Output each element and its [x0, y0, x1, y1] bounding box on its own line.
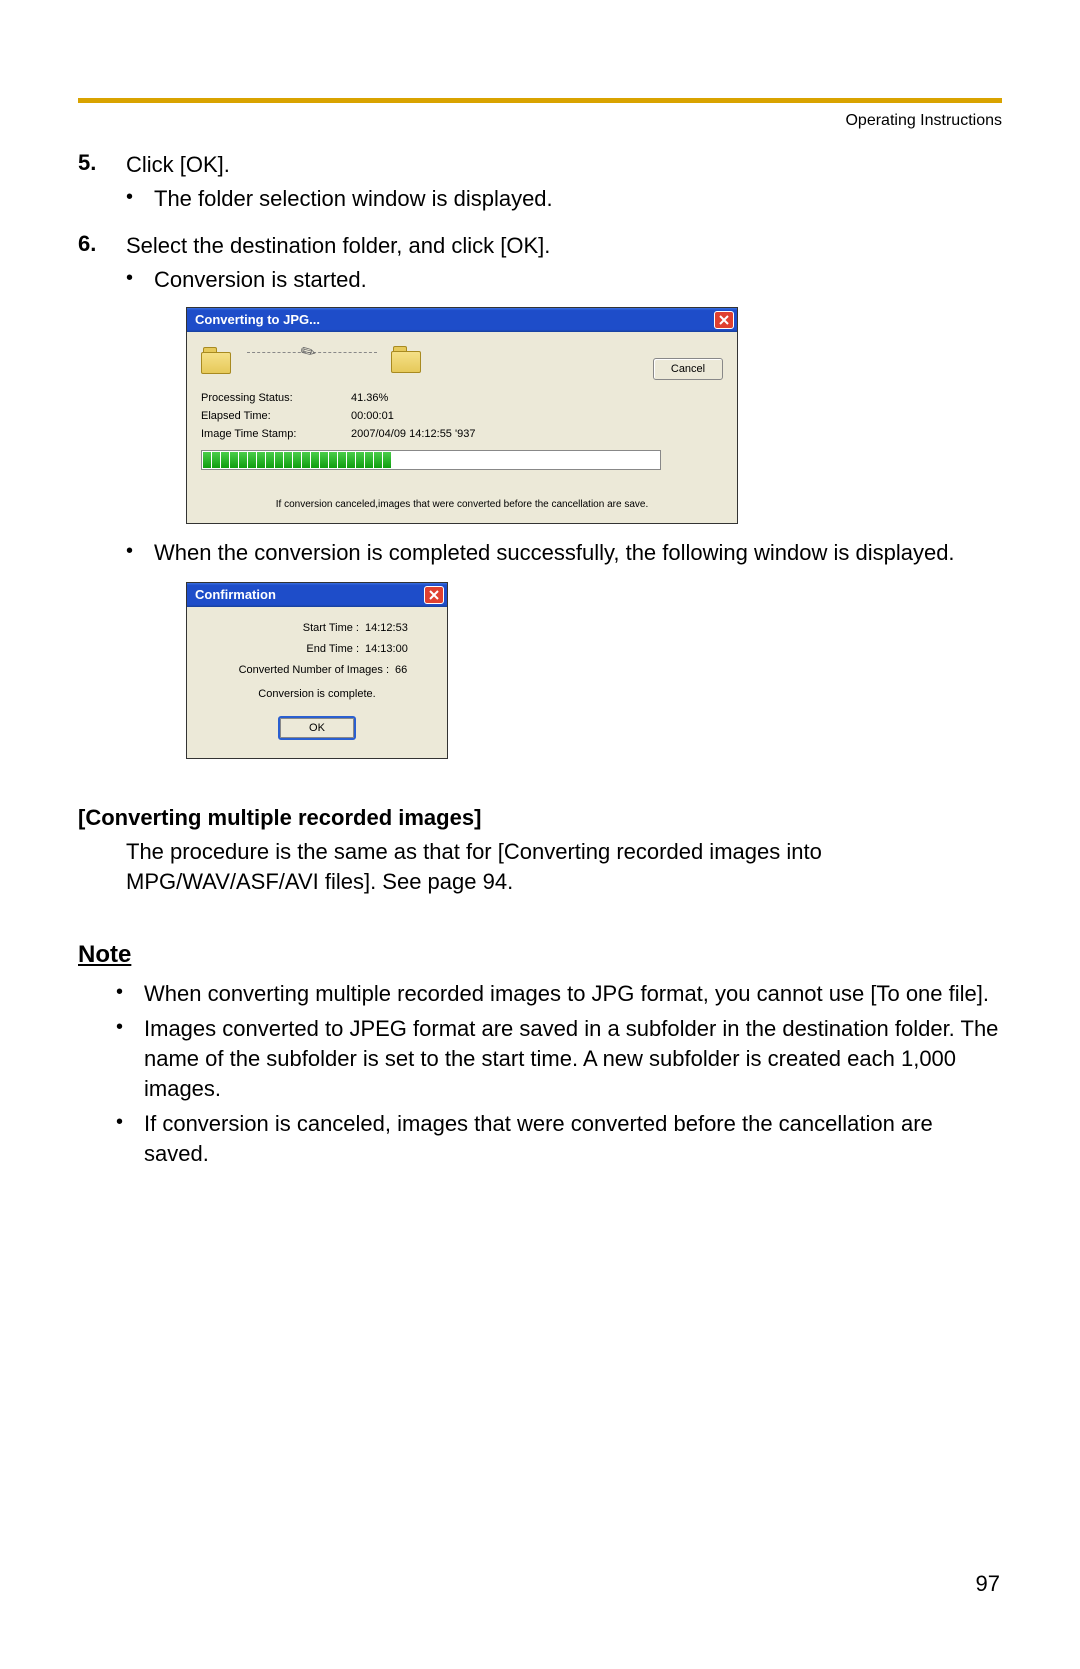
- status-row: Elapsed Time: 00:00:01: [201, 408, 723, 426]
- folder-icon: [391, 346, 425, 374]
- cancel-button[interactable]: Cancel: [653, 358, 723, 380]
- bullet-list: • The folder selection window is display…: [126, 184, 1002, 214]
- note-heading: Note: [78, 941, 1002, 969]
- confirm-row: Start Time : 14:12:53: [197, 621, 437, 636]
- step-body: Click [OK]. • The folder selection windo…: [126, 150, 1002, 213]
- progress-bar: [201, 450, 661, 470]
- section-heading: [Converting multiple recorded images]: [78, 805, 1002, 831]
- step-6: 6. Select the destination folder, and cl…: [78, 231, 1002, 759]
- bullet-dot: •: [116, 1014, 144, 1103]
- top-divider: [78, 98, 1002, 103]
- page-content: 5. Click [OK]. • The folder selection wi…: [78, 140, 1002, 1169]
- status-row: Image Time Stamp: 2007/04/09 14:12:55 '9…: [201, 426, 723, 444]
- confirm-value: 14:12:53: [365, 621, 425, 636]
- note-item: • If conversion is canceled, images that…: [116, 1109, 1002, 1168]
- status-label: Image Time Stamp:: [201, 427, 351, 442]
- bullet-text: The folder selection window is displayed…: [154, 184, 1002, 214]
- pencil-icon: ✎: [296, 338, 321, 367]
- confirm-label: Start Time :: [209, 621, 359, 636]
- bullet-dot: •: [126, 538, 154, 568]
- confirm-label: Converted Number of Images :: [209, 663, 389, 678]
- bullet-dot: •: [126, 184, 154, 214]
- confirm-row: End Time : 14:13:00: [197, 642, 437, 657]
- status-value: 41.36%: [351, 391, 388, 406]
- status-label: Processing Status:: [201, 391, 351, 406]
- dialog-body: Start Time : 14:12:53 End Time : 14:13:0…: [187, 607, 447, 758]
- step-number: 5.: [78, 150, 126, 213]
- note-text: Images converted to JPEG format are save…: [144, 1014, 1002, 1103]
- bullet-text: Conversion is started.: [154, 265, 1002, 295]
- bullet-dot: •: [116, 979, 144, 1009]
- dialog-body: ✎ Cancel Processing Status: 41.36% Elaps…: [187, 332, 737, 524]
- confirm-value: 14:13:00: [365, 642, 425, 657]
- complete-text: Conversion is complete.: [197, 687, 437, 702]
- status-row: Processing Status: 41.36%: [201, 390, 723, 408]
- bullet-item: • The folder selection window is display…: [126, 184, 1002, 214]
- title-bar: Confirmation: [187, 583, 447, 607]
- note-list: • When converting multiple recorded imag…: [116, 979, 1002, 1169]
- bullet-dot: •: [116, 1109, 144, 1168]
- close-icon[interactable]: [424, 586, 444, 604]
- note-text: When converting multiple recorded images…: [144, 979, 1002, 1009]
- bullet-item: • Conversion is started.: [126, 265, 1002, 295]
- section-text: The procedure is the same as that for [C…: [126, 837, 1002, 896]
- note-text: If conversion is canceled, images that w…: [144, 1109, 1002, 1168]
- status-grid: Processing Status: 41.36% Elapsed Time: …: [201, 390, 723, 444]
- converting-dialog: Converting to JPG... ✎: [186, 307, 738, 525]
- note-item: • Images converted to JPEG format are sa…: [116, 1014, 1002, 1103]
- bullet-text: When the conversion is completed success…: [154, 538, 1002, 568]
- confirm-row: Converted Number of Images : 66: [197, 663, 437, 678]
- confirm-value: 66: [395, 663, 425, 678]
- confirm-label: End Time :: [209, 642, 359, 657]
- title-bar: Converting to JPG...: [187, 308, 737, 332]
- confirmation-dialog: Confirmation Start Time : 14:12:53 End T…: [186, 582, 448, 759]
- page-number: 97: [976, 1571, 1000, 1597]
- folder-row: ✎ Cancel: [201, 340, 723, 382]
- status-value: 2007/04/09 14:12:55 '937: [351, 427, 475, 442]
- step-number: 6.: [78, 231, 126, 759]
- bullet-dot: •: [126, 265, 154, 295]
- step-body: Select the destination folder, and click…: [126, 231, 1002, 759]
- bullet-list: • Conversion is started.: [126, 265, 1002, 295]
- note-item: • When converting multiple recorded imag…: [116, 979, 1002, 1009]
- status-label: Elapsed Time:: [201, 409, 351, 424]
- close-icon[interactable]: [714, 311, 734, 329]
- dialog-title: Confirmation: [195, 586, 276, 604]
- step-text: Click [OK].: [126, 152, 230, 177]
- dialog-footnote: If conversion canceled,images that were …: [201, 498, 723, 512]
- status-value: 00:00:01: [351, 409, 394, 424]
- bullet-list: • When the conversion is completed succe…: [126, 538, 1002, 568]
- folder-icon: [201, 347, 235, 375]
- step-5: 5. Click [OK]. • The folder selection wi…: [78, 150, 1002, 213]
- dialog-title: Converting to JPG...: [195, 311, 320, 329]
- bullet-item: • When the conversion is completed succe…: [126, 538, 1002, 568]
- step-text: Select the destination folder, and click…: [126, 233, 550, 258]
- ok-button[interactable]: OK: [278, 716, 356, 740]
- header-label: Operating Instructions: [845, 112, 1002, 130]
